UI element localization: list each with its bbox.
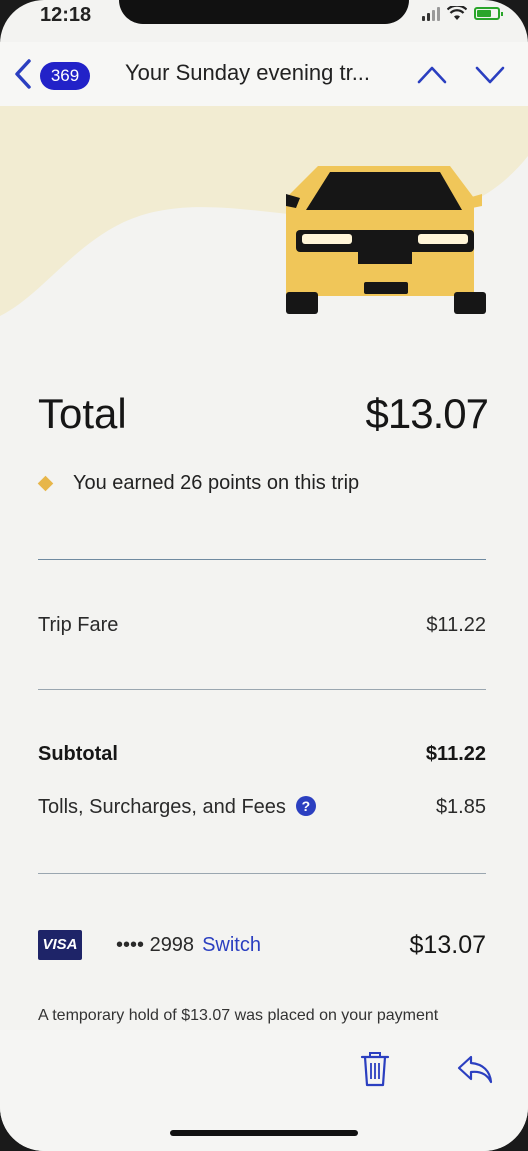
- status-icons: [422, 6, 503, 21]
- payment-amount: $13.07: [409, 930, 486, 959]
- mail-navbar: 369 Your Sunday evening tr...: [0, 42, 528, 106]
- points-row: You earned 26 points on this trip: [37, 472, 360, 495]
- switch-payment-link[interactable]: Switch: [202, 934, 261, 957]
- points-text: You earned 26 points on this trip: [73, 472, 360, 494]
- trip-fare-value: $11.22: [426, 614, 486, 636]
- visa-card-logo: VISA: [38, 930, 82, 960]
- reply-icon[interactable]: [456, 1054, 494, 1084]
- email-subject: Your Sunday evening tr...: [125, 60, 371, 85]
- chevron-left-icon[interactable]: [12, 58, 34, 90]
- payment-method: VISA •••• 2998 Switch: [38, 930, 261, 960]
- help-icon[interactable]: ?: [295, 796, 316, 816]
- subtotal-label: Subtotal: [38, 743, 118, 765]
- payment-row: VISA •••• 2998 Switch $13.07: [38, 930, 486, 960]
- subtotal-value: $11.22: [425, 743, 486, 765]
- home-indicator[interactable]: [170, 1130, 358, 1136]
- car-icon: [286, 166, 486, 314]
- status-time: 12:18: [40, 4, 92, 26]
- divider: [38, 873, 486, 874]
- divider: [38, 689, 486, 690]
- chevron-down-icon[interactable]: [474, 62, 506, 88]
- trip-hero-banner: [0, 106, 528, 326]
- subtotal-row: Subtotal $11.22: [38, 743, 486, 766]
- phone-screen: 12:18 369 Your Sunday evening tr... Tota…: [0, 0, 528, 1151]
- camera-notch: [119, 0, 409, 24]
- trip-fare-row: Trip Fare $11.22: [38, 614, 486, 637]
- wifi-icon: [447, 6, 467, 20]
- hero-illustration: [0, 106, 528, 316]
- fees-row: Tolls, Surcharges, and Fees? $1.85: [38, 796, 486, 819]
- total-label: Total: [38, 390, 127, 437]
- battery-icon: [474, 7, 503, 20]
- fees-label: Tolls, Surcharges, and Fees: [38, 796, 286, 818]
- total-row: Total $13.07: [38, 390, 489, 438]
- diamond-icon: [37, 475, 54, 492]
- trip-fare-label: Trip Fare: [38, 614, 119, 636]
- mail-toolbar: [0, 1030, 528, 1151]
- unread-count-badge[interactable]: 369: [40, 62, 90, 90]
- fees-label-group: Tolls, Surcharges, and Fees?: [38, 796, 316, 819]
- divider: [38, 559, 486, 560]
- hold-notice: A temporary hold of $13.07 was placed on…: [38, 1007, 439, 1024]
- chevron-up-icon[interactable]: [416, 62, 448, 88]
- fees-value: $1.85: [435, 796, 486, 818]
- card-last-digits: •••• 2998: [116, 933, 195, 956]
- trash-icon[interactable]: [360, 1050, 390, 1088]
- total-amount: $13.07: [365, 390, 489, 437]
- signal-icon: [422, 6, 440, 21]
